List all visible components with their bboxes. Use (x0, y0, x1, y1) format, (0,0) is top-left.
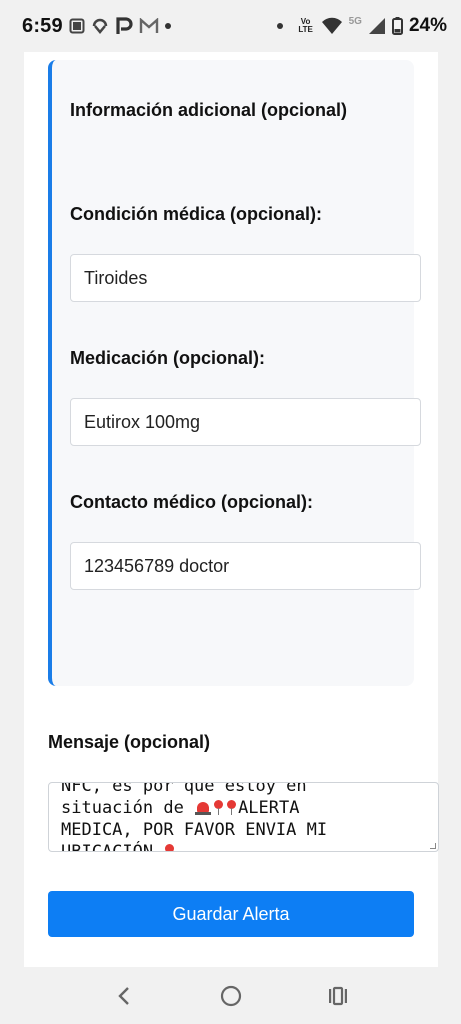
back-button[interactable] (104, 976, 144, 1016)
medical-condition-label: Condición médica (opcional): (70, 204, 323, 224)
navigation-bar (0, 967, 461, 1024)
battery-icon (391, 17, 403, 35)
pin-icon (213, 800, 224, 815)
message-textarea[interactable]: NFC, es por que estoy en situación de AL… (48, 782, 439, 852)
medical-condition-input[interactable]: Tiroides (70, 254, 421, 302)
signal-icon (368, 17, 386, 35)
dot-icon (164, 23, 171, 29)
pin-icon (226, 800, 237, 815)
home-button[interactable] (211, 976, 251, 1016)
medical-contact-input[interactable]: 123456789 doctor (70, 542, 421, 590)
volte-icon: Vo LTE (298, 17, 313, 34)
message-line-2-suffix: ALERTA (238, 798, 300, 818)
screenshot-icon (69, 18, 85, 34)
save-alert-button[interactable]: Guardar Alerta (48, 891, 414, 937)
medication-input[interactable]: Eutirox 100mg (70, 398, 421, 446)
network-label: 5G (348, 15, 362, 27)
message-line-3: MEDICA, POR FAVOR ENVIA MI (61, 820, 328, 840)
message-line-1: NFC, es por que estoy en (61, 782, 307, 796)
back-icon (117, 986, 129, 1005)
section-title: Información adicional (opcional) (70, 100, 348, 120)
alert-form: Información adicional (opcional) Condici… (24, 52, 439, 967)
medical-contact-label: Contacto médico (opcional): (70, 492, 313, 512)
dot-icon (276, 23, 283, 29)
battery-percent: 24% (408, 15, 447, 36)
recents-button[interactable] (318, 976, 358, 1016)
medication-label: Medicación (opcional): (70, 348, 266, 368)
system-icons: Vo LTE 5G 24% (276, 15, 447, 37)
additional-info-section: Información adicional (opcional) Condici… (48, 60, 421, 686)
siren-icon (195, 799, 212, 815)
status-time: 6:59 (22, 14, 63, 37)
p-app-icon (115, 17, 133, 35)
message-label: Mensaje (opcional) (48, 732, 211, 752)
wifi-icon (321, 17, 343, 35)
status-bar: 6:59 Vo LTE 5G 24% (0, 0, 461, 52)
recents-icon (328, 986, 347, 1005)
message-line-4: UBICACIÓN (61, 842, 164, 852)
notification-icons (69, 17, 171, 35)
resize-handle[interactable] (430, 843, 436, 849)
home-icon (220, 985, 241, 1006)
message-line-2-prefix: situación de (61, 798, 195, 818)
gmail-icon (139, 18, 159, 34)
pin-icon (164, 844, 175, 851)
cloud-sync-icon (91, 18, 109, 34)
message-text: NFC, es por que estoy en situación de AL… (61, 782, 433, 852)
